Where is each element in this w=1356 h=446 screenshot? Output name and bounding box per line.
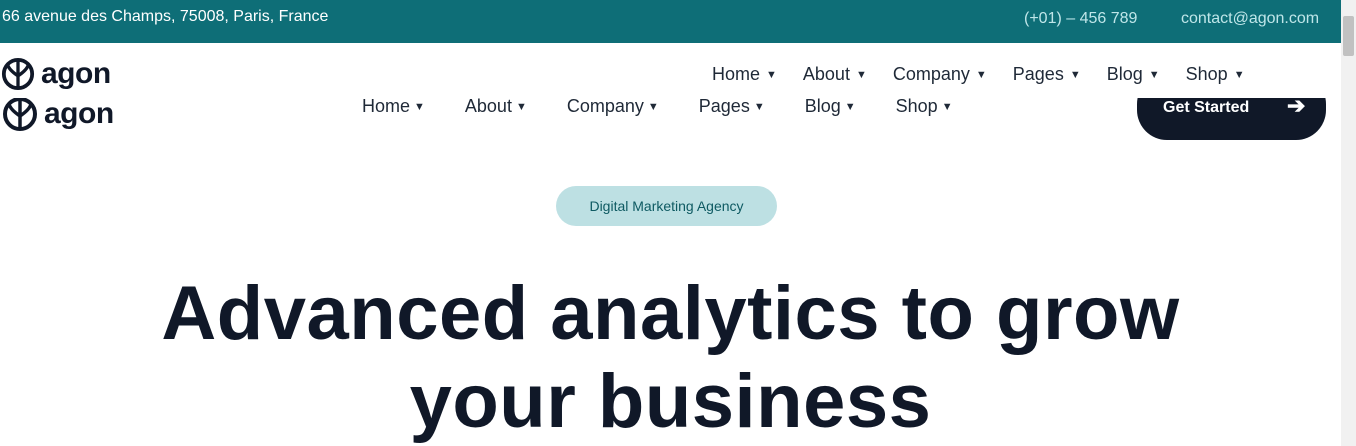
nav-item-label: Blog [1106,64,1143,84]
nav-item-label: Shop [1185,64,1228,84]
caret-down-icon: ▼ [414,101,425,113]
secondary-logo-text: agon [44,97,114,130]
main-header: agon Home ▼ About ▼ Company ▼ Pages ▼ Blog ▼ … [0,43,1341,98]
caret-down-icon: ▼ [753,101,765,113]
nav-item-home[interactable]: Home ▼ [712,64,777,85]
caret-down-icon: ▼ [975,68,987,81]
logo[interactable]: agon [0,57,111,91]
secondary-nav-company[interactable]: Company ▼ [567,96,659,117]
caret-down-icon: ▼ [766,68,777,81]
secondary-nav: Home ▼ About ▼ Company ▼ Pages ▼ Blog ▼ Shop ▼ [362,96,953,117]
hero-badge: Digital Marketing Agency [556,186,777,226]
main-nav: Home ▼ About ▼ Company ▼ Pages ▼ Blog ▼ Shop ▼ [712,64,1245,85]
secondary-nav-shop[interactable]: Shop ▼ [896,96,953,117]
hero-title: Advanced analytics to grow your business [0,270,1341,446]
page-scrollbar[interactable] [1341,0,1356,446]
nav-item-label: Pages [1012,64,1064,84]
caret-down-icon: ▼ [1233,68,1245,81]
scrollbar-thumb[interactable] [1343,16,1354,56]
leaf-logo-icon [3,97,37,131]
secondary-nav-about[interactable]: About ▼ [465,96,527,117]
email-link[interactable]: contact@agon.com [1181,10,1319,28]
hero-title-line1: Advanced analytics to grow [161,271,1180,356]
nav-item-about[interactable]: About ▼ [803,64,867,85]
nav-item-pages[interactable]: Pages ▼ [1013,64,1081,85]
hero-title-line2: your business [409,359,932,444]
top-info-bar: 66 avenue des Champs, 75008, Paris, Fran… [0,0,1341,43]
nav-item-company[interactable]: Company ▼ [893,64,987,85]
get-started-label: Get Started [1163,99,1250,116]
secondary-nav-blog[interactable]: Blog ▼ [805,96,856,117]
caret-down-icon: ▼ [515,101,527,113]
caret-down-icon: ▼ [647,101,659,113]
phone-link[interactable]: (+01) – 456 789 [1024,10,1137,28]
caret-down-icon: ▼ [844,101,856,113]
caret-down-icon: ▼ [1069,68,1081,81]
secondary-nav-home[interactable]: Home ▼ [362,96,425,117]
nav-item-label: Home [712,64,761,84]
secondary-logo[interactable]: agon [2,96,114,132]
address-text: 66 avenue des Champs, 75008, Paris, Fran… [2,8,329,25]
nav-item-shop[interactable]: Shop ▼ [1186,64,1245,85]
nav-item-label: Company [892,64,970,84]
caret-down-icon: ▼ [1148,68,1160,81]
logo-text: agon [41,57,111,90]
nav-item-label: About [802,64,850,84]
nav-item-blog[interactable]: Blog ▼ [1107,64,1160,85]
caret-down-icon: ▼ [941,101,953,113]
secondary-nav-pages[interactable]: Pages ▼ [699,96,765,117]
caret-down-icon: ▼ [855,68,867,81]
leaf-logo-icon [1,57,35,91]
